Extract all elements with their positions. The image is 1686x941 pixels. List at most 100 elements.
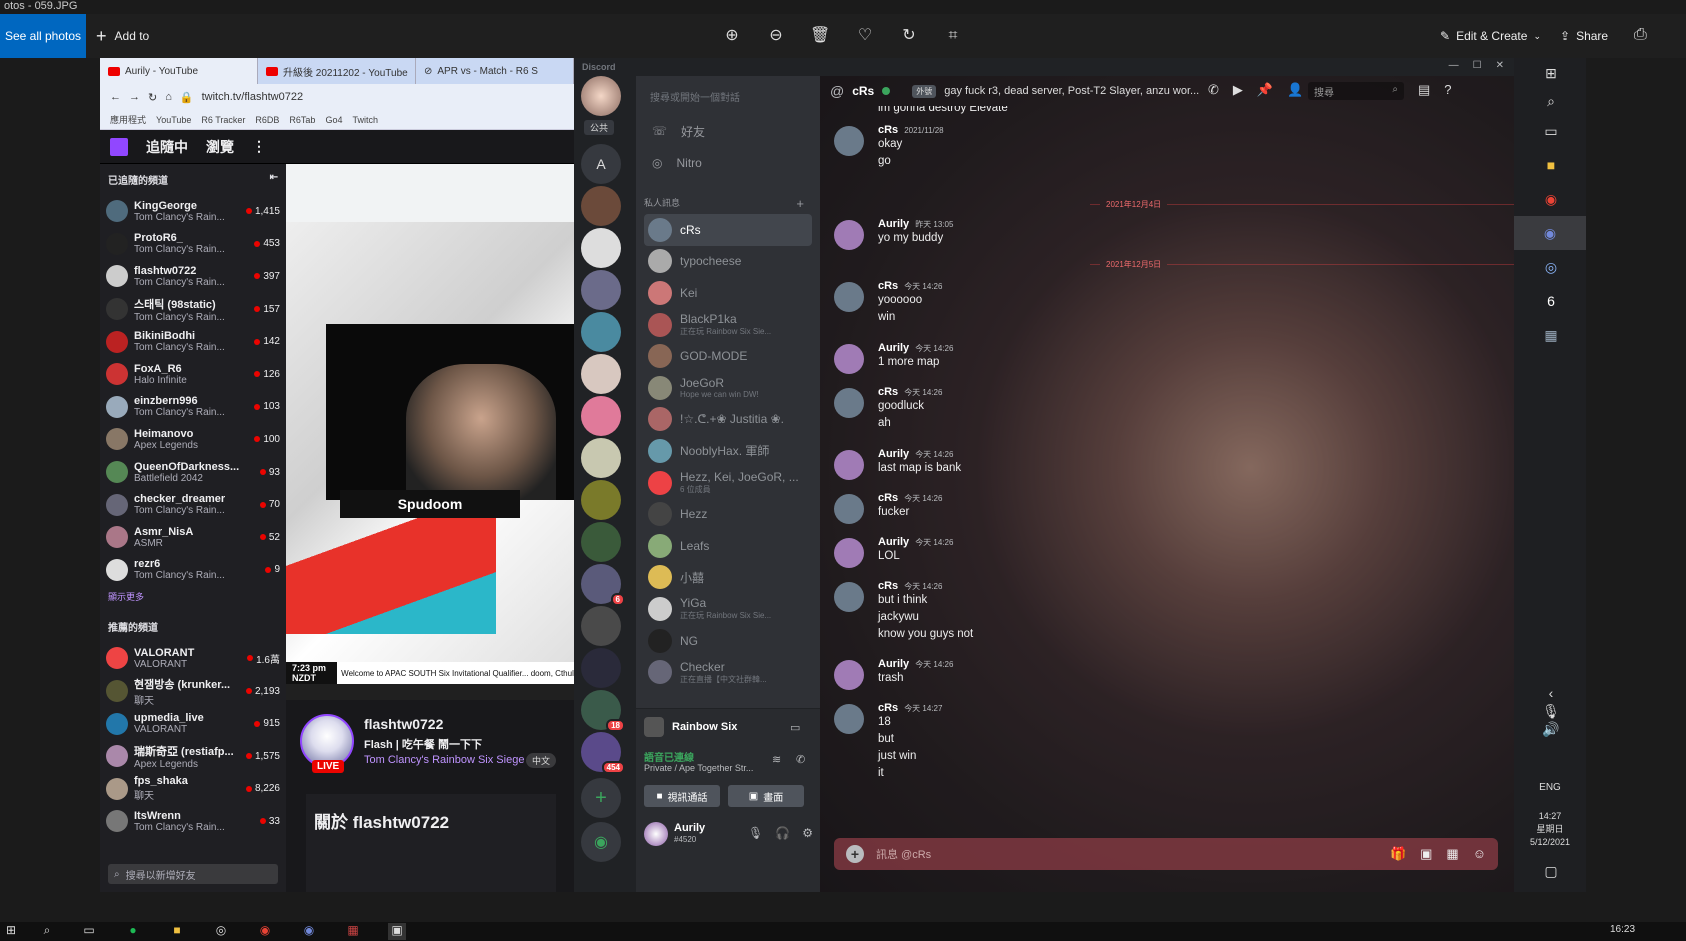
channel-item[interactable]: QueenOfDarkness... Battlefield 2042 93 <box>100 456 286 489</box>
sticker-icon[interactable]: ▦ <box>1446 846 1458 862</box>
chat-message[interactable]: Aurily 今天 14:26 1 more map <box>834 342 1494 379</box>
task-view-icon[interactable]: ▭ <box>1542 122 1560 140</box>
browser-tab[interactable]: Aurily - YouTube <box>100 58 258 84</box>
chat-message[interactable]: cRs 今天 14:27 18 but just win it <box>834 702 1494 790</box>
channel-item[interactable]: BikiniBodhi Tom Clancy's Rain... 142 <box>100 325 286 358</box>
channel-item[interactable]: checker_dreamer Tom Clancy's Rain... 70 <box>100 488 286 521</box>
noise-suppression-icon[interactable]: ≋ <box>772 753 781 766</box>
windows-start-icon[interactable]: ⊞ <box>1542 64 1560 82</box>
twitch-logo-icon[interactable] <box>110 137 128 156</box>
chrome-icon[interactable]: ◉ <box>1542 190 1560 208</box>
recipient-name[interactable]: cRs <box>852 84 874 98</box>
search-icon[interactable]: ⌕ <box>38 923 56 940</box>
dm-item[interactable]: GOD-MODE <box>644 340 812 372</box>
app-icon[interactable]: ▦ <box>344 923 362 940</box>
chat-message[interactable]: cRs 2021/11/28 okay go <box>834 124 1494 178</box>
dm-item[interactable]: !☆.ᕦ.+❀ Justitia ❀. <box>644 404 812 436</box>
channel-item[interactable]: 스태틱 (98static) Tom Clancy's Rain... 157 <box>100 293 286 326</box>
discord-icon[interactable]: ◉ <box>300 923 318 940</box>
bookmark-item[interactable]: R6Tab <box>289 115 315 125</box>
server-icon[interactable]: 18 <box>581 690 625 732</box>
dm-item[interactable]: JoeGoR Hope we can win DW! <box>644 372 812 404</box>
chevron-left-icon[interactable]: ‹ <box>1542 684 1560 702</box>
stream-game-link[interactable]: Tom Clancy's Rainbow Six Siege <box>364 754 524 766</box>
nav-friends[interactable]: ☏ 好友 <box>644 116 812 146</box>
maximize-icon[interactable]: ☐ <box>1473 60 1482 71</box>
favorite-heart-icon[interactable]: ♡ <box>855 26 875 46</box>
server-icon[interactable] <box>581 186 621 226</box>
server-icon[interactable] <box>581 522 621 562</box>
bookmark-item[interactable]: Go4 <box>325 115 342 125</box>
server-icon[interactable]: 6 <box>581 564 625 606</box>
channel-item[interactable]: Heimanovo Apex Legends 100 <box>100 423 286 456</box>
nav-nitro[interactable]: ◎ Nitro <box>644 148 812 178</box>
chat-message[interactable]: Aurily 今天 14:26 LOL <box>834 536 1494 573</box>
message-author[interactable]: cRs <box>878 702 898 714</box>
chat-message[interactable]: Aurily 昨天 13:05 yo my buddy <box>834 218 1494 255</box>
dm-search-input[interactable]: 搜尋或開始一個對話 <box>644 86 812 106</box>
back-icon[interactable]: ← <box>110 91 121 103</box>
discord-taskbar-icon[interactable]: ◉ <box>1514 216 1586 250</box>
chat-message[interactable]: Aurily 今天 14:26 last map is bank <box>834 448 1494 485</box>
see-all-photos-button[interactable]: See all photos <box>0 14 86 58</box>
minimize-icon[interactable]: — <box>1449 60 1459 71</box>
chat-message[interactable]: cRs 今天 14:26 goodluck ah <box>834 386 1494 440</box>
r6-app-icon[interactable]: 6 <box>1542 292 1560 310</box>
voice-server[interactable]: Rainbow Six <box>644 717 737 737</box>
taskbar-clock[interactable]: 16:23 <box>1610 924 1635 935</box>
attach-plus-icon[interactable]: + <box>846 845 864 863</box>
dm-item[interactable]: Kei <box>644 277 812 309</box>
add-friend-icon[interactable]: 👤 <box>1287 82 1303 98</box>
bookmark-item[interactable]: R6 Tracker <box>201 115 245 125</box>
message-avatar[interactable] <box>834 450 864 480</box>
system-clock[interactable]: 14:27 星期日 5/12/2021 <box>1514 810 1586 849</box>
chrome-icon[interactable]: ◉ <box>256 923 274 940</box>
print-icon[interactable]: ⎙ <box>1634 26 1647 44</box>
message-avatar[interactable] <box>834 494 864 524</box>
server-icon[interactable] <box>581 438 621 478</box>
message-avatar[interactable] <box>834 220 864 250</box>
dm-item[interactable]: NG <box>644 625 812 657</box>
message-avatar[interactable] <box>834 582 864 612</box>
photos-icon[interactable]: ▣ <box>388 923 406 940</box>
close-icon[interactable]: ✕ <box>1496 60 1504 71</box>
channel-item[interactable]: FoxA_R6 Halo Infinite 126 <box>100 358 286 391</box>
help-icon[interactable]: ? <box>1444 82 1451 98</box>
chat-message[interactable]: Aurily 今天 14:26 trash <box>834 658 1494 695</box>
channel-item[interactable]: 현잼방송 (krunker... 聊天 2,193 <box>100 675 286 708</box>
gift-icon[interactable]: 🎁 <box>1390 846 1406 862</box>
message-avatar[interactable] <box>834 344 864 374</box>
input-language[interactable]: ENG <box>1514 782 1586 793</box>
message-avatar[interactable] <box>834 126 864 156</box>
channel-item[interactable]: VALORANT VALORANT 1.6萬 <box>100 642 286 675</box>
message-author[interactable]: Aurily <box>878 448 909 460</box>
message-avatar[interactable] <box>834 282 864 312</box>
task-view-icon[interactable]: ▭ <box>80 923 98 940</box>
message-avatar[interactable] <box>834 660 864 690</box>
gif-icon[interactable]: ▣ <box>1420 846 1432 862</box>
message-author[interactable]: cRs <box>878 386 898 398</box>
microphone-icon[interactable]: 🎙 <box>748 826 763 840</box>
dm-item[interactable]: Leafs <box>644 530 812 562</box>
channel-item[interactable]: ItsWrenn Tom Clancy's Rain... 33 <box>100 805 286 838</box>
app-icon[interactable]: ◎ <box>1542 258 1560 276</box>
message-author[interactable]: cRs <box>878 280 898 292</box>
server-icon[interactable] <box>581 312 621 352</box>
chat-message[interactable]: cRs 今天 14:26 fucker <box>834 492 1494 529</box>
settings-gear-icon[interactable]: ⚙ <box>802 826 813 840</box>
server-icon[interactable] <box>581 228 621 268</box>
message-author[interactable]: cRs <box>878 580 898 592</box>
add-friend-search-input[interactable]: ⌕ 搜尋以新增好友 <box>108 864 278 884</box>
chat-message[interactable]: cRs 今天 14:26 yoooooo win <box>834 280 1494 334</box>
app-icon[interactable]: ◎ <box>212 923 230 940</box>
dm-item[interactable]: BlackP1ka 正在玩 Rainbow Six Sie... <box>644 309 812 341</box>
server-icon[interactable] <box>581 648 621 688</box>
server-icon[interactable] <box>581 606 621 646</box>
voice-connected[interactable]: 語音已連線 <box>644 749 694 764</box>
message-avatar[interactable] <box>834 704 864 734</box>
message-author[interactable]: cRs <box>878 492 898 504</box>
channel-item[interactable]: fps_shaka 聊天 8,226 <box>100 773 286 806</box>
voice-channel[interactable]: Private / Ape Together Str... <box>644 763 753 773</box>
collapse-sidebar-icon[interactable]: ⇤ <box>270 172 278 187</box>
message-avatar[interactable] <box>834 538 864 568</box>
